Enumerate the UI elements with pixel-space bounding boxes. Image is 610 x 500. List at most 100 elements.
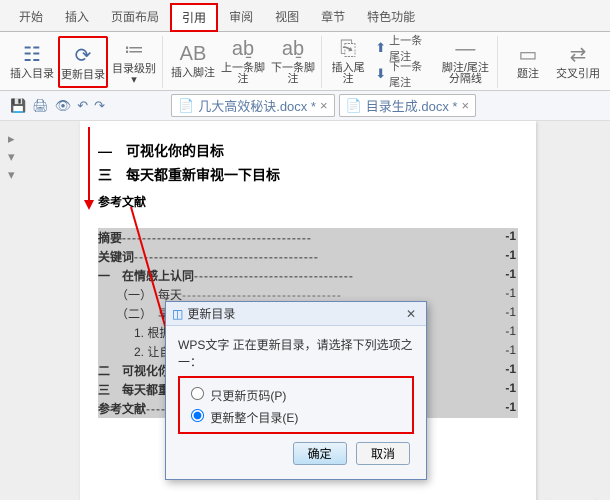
caption-icon: ▭ bbox=[519, 42, 538, 67]
radio-page-numbers[interactable] bbox=[191, 387, 204, 400]
doc-tab[interactable]: 📄几大高效秘诀.docx * × bbox=[171, 94, 335, 117]
toc-leader: -------------------------------- bbox=[182, 288, 342, 302]
prev-endnote-button[interactable]: ⬆上一条尾注 bbox=[370, 36, 436, 60]
insert-endnote-button[interactable]: ⎘ 插入尾注 bbox=[328, 36, 368, 86]
update-toc-label: 更新目录 bbox=[61, 70, 105, 81]
dialog-titlebar[interactable]: ◫ 更新目录 ✕ bbox=[166, 302, 426, 326]
doc-tab-name: 目录生成.docx * bbox=[366, 96, 458, 115]
doc-icon: 📄 bbox=[346, 98, 362, 114]
close-icon[interactable]: × bbox=[320, 98, 328, 113]
outline-marker[interactable]: ▾ bbox=[8, 167, 15, 183]
toc-text: 关键词 bbox=[98, 250, 134, 264]
qat-undo-icon[interactable]: ↶ bbox=[77, 98, 88, 114]
toc-text: 摘要 bbox=[98, 231, 122, 245]
insert-toc-button[interactable]: ☷ 插入目录 bbox=[8, 36, 56, 86]
tab-3[interactable]: 引用 bbox=[170, 3, 218, 32]
next-footnote-button[interactable]: aḇ 下一条脚注 bbox=[269, 36, 317, 86]
outline-marker[interactable]: ▾ bbox=[8, 149, 15, 165]
tab-2[interactable]: 页面布局 bbox=[100, 3, 170, 32]
tab-1[interactable]: 插入 bbox=[54, 3, 100, 32]
opt-page-numbers[interactable]: 只更新页码(P) bbox=[186, 384, 406, 404]
radio-entire-toc[interactable] bbox=[191, 409, 204, 422]
outline-gutter: ▸ ▾ ▾ bbox=[8, 129, 15, 185]
footnote-sep-button[interactable]: — 脚注/尾注分隔线 bbox=[438, 36, 493, 86]
prev-footnote-label: 上一条脚注 bbox=[220, 63, 266, 85]
close-icon[interactable]: × bbox=[462, 98, 470, 113]
footnote-sep-label: 脚注/尾注分隔线 bbox=[439, 63, 492, 85]
quick-access-toolbar: 💾 🖨 👁 ↶ ↷ 📄几大高效秘诀.docx *×📄目录生成.docx *× bbox=[0, 91, 610, 121]
toc-text: （一） 每天 bbox=[116, 288, 182, 302]
toc-line: 关键词-------------------------------------… bbox=[98, 247, 518, 266]
update-toc-dialog: ◫ 更新目录 ✕ WPS文字 正在更新目录，请选择下列选项之一： 只更新页码(P… bbox=[165, 301, 427, 480]
toc-line: 一 在情感上认同--------------------------------… bbox=[98, 266, 518, 285]
toc-icon: ☷ bbox=[23, 42, 41, 67]
crossref-button[interactable]: ⇄ 交叉引用 bbox=[554, 36, 602, 86]
close-icon[interactable]: ✕ bbox=[402, 307, 420, 321]
toc-page: -1 bbox=[503, 343, 518, 357]
next-footnote-label: 下一条脚注 bbox=[270, 63, 316, 85]
toc-level-button[interactable]: ≔ 目录级别▾ bbox=[110, 36, 158, 86]
insert-toc-label: 插入目录 bbox=[10, 69, 54, 80]
toc-page: -1 bbox=[503, 324, 518, 338]
toc-page: -1 bbox=[503, 229, 518, 243]
down-icon: ⬇ bbox=[375, 66, 386, 82]
prev-footnote-button[interactable]: aḇ 上一条脚注 bbox=[219, 36, 267, 86]
doc-tab-name: 几大高效秘诀.docx * bbox=[198, 96, 316, 115]
doc-tab[interactable]: 📄目录生成.docx * × bbox=[339, 94, 477, 117]
endnote-icon: ⎘ bbox=[340, 38, 356, 61]
qat-print-icon[interactable]: 🖨 bbox=[32, 98, 49, 114]
dialog-options: 只更新页码(P) 更新整个目录(E) bbox=[178, 376, 414, 434]
toc-text: 一 在情感上认同 bbox=[98, 269, 194, 283]
ribbon: ☷ 插入目录 ⟳ 更新目录 ≔ 目录级别▾ AB 插入脚注 aḇ 上一条脚注 bbox=[0, 32, 610, 91]
toc-line: 摘要--------------------------------------… bbox=[98, 228, 518, 247]
caption-button[interactable]: ▭ 题注 bbox=[504, 36, 552, 86]
next-endnote-button[interactable]: ⬇下一条尾注 bbox=[370, 62, 436, 86]
doc-icon: 📄 bbox=[178, 98, 194, 114]
insert-endnote-label: 插入尾注 bbox=[329, 63, 367, 85]
update-toc-icon: ⟳ bbox=[75, 43, 92, 68]
prev-icon: aḇ bbox=[232, 38, 254, 61]
outline-marker[interactable]: ▸ bbox=[8, 131, 15, 147]
opt1-label: 只更新页码(P) bbox=[210, 389, 286, 403]
opt2-label: 更新整个目录(E) bbox=[210, 411, 298, 425]
heading-prev: — 可视化你的目标 bbox=[98, 141, 518, 161]
qat-save-icon[interactable]: 💾 bbox=[10, 98, 26, 114]
document-tabs: 📄几大高效秘诀.docx *×📄目录生成.docx *× bbox=[171, 94, 476, 117]
level-icon: ≔ bbox=[124, 37, 144, 62]
tab-5[interactable]: 视图 bbox=[264, 3, 310, 32]
tab-0[interactable]: 开始 bbox=[8, 3, 54, 32]
tab-6[interactable]: 章节 bbox=[310, 3, 356, 32]
app-icon: ◫ bbox=[172, 307, 183, 321]
watermark: 游戏常谈 bbox=[542, 496, 602, 500]
cancel-button[interactable]: 取消 bbox=[356, 442, 410, 465]
update-toc-button[interactable]: ⟳ 更新目录 bbox=[58, 36, 108, 88]
caption-label: 题注 bbox=[517, 69, 539, 80]
ok-button[interactable]: 确定 bbox=[293, 442, 347, 465]
insert-footnote-button[interactable]: AB 插入脚注 bbox=[169, 36, 217, 86]
qat-preview-icon[interactable]: 👁 bbox=[55, 98, 72, 114]
toc-page: -1 bbox=[503, 381, 518, 395]
heading-three: 三 每天都重新审视一下目标 bbox=[98, 165, 518, 185]
toc-page: -1 bbox=[503, 305, 518, 319]
next-endnote-label: 下一条尾注 bbox=[389, 58, 431, 90]
dialog-title: 更新目录 bbox=[187, 305, 398, 322]
qat-redo-icon[interactable]: ↷ bbox=[94, 98, 105, 114]
refs-heading: 参考文献 bbox=[98, 193, 518, 210]
document-area: ▸ ▾ ▾ — 可视化你的目标 三 每天都重新审视一下目标 参考文献 摘要---… bbox=[0, 121, 610, 500]
toc-leader: ------------------------------------- bbox=[134, 250, 319, 264]
ribbon-tabs: 开始插入页面布局引用审阅视图章节特色功能 bbox=[0, 0, 610, 32]
toc-text: 参考文献 bbox=[98, 402, 146, 416]
tab-7[interactable]: 特色功能 bbox=[356, 3, 426, 32]
toc-leader: -------------------------------------- bbox=[122, 231, 312, 245]
crossref-label: 交叉引用 bbox=[556, 69, 600, 80]
next-icon: aḇ bbox=[282, 38, 304, 61]
tab-4[interactable]: 审阅 bbox=[218, 3, 264, 32]
toc-leader: -------------------------------- bbox=[194, 269, 354, 283]
insert-footnote-label: 插入脚注 bbox=[171, 68, 215, 79]
opt-entire-toc[interactable]: 更新整个目录(E) bbox=[186, 406, 406, 426]
toc-page: -1 bbox=[503, 267, 518, 281]
toc-page: -1 bbox=[503, 248, 518, 262]
up-icon: ⬆ bbox=[375, 40, 386, 56]
footnote-icon: AB bbox=[180, 43, 207, 66]
toc-page: -1 bbox=[503, 400, 518, 414]
